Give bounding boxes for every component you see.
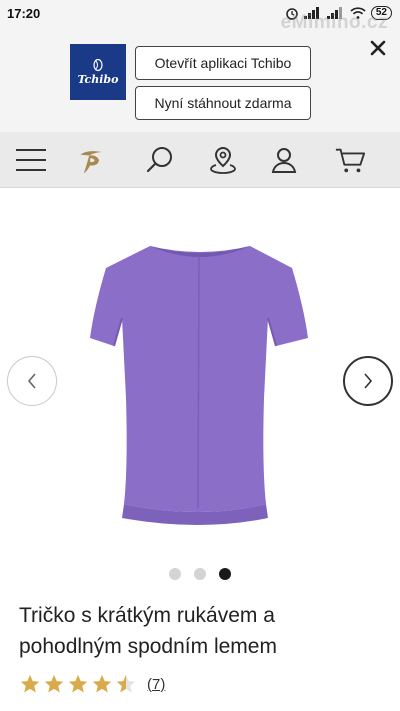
star-full-icon bbox=[68, 674, 88, 693]
search-icon[interactable] bbox=[144, 144, 176, 176]
next-image-button[interactable] bbox=[343, 356, 393, 406]
product-title: Tričko s krátkým rukávem a pohodlným spo… bbox=[19, 604, 277, 658]
open-app-button[interactable]: Otevřít aplikaci Tchibo bbox=[135, 46, 311, 80]
carousel-dots bbox=[0, 568, 400, 580]
download-app-button[interactable]: Nyní stáhnout zdarma bbox=[135, 86, 311, 120]
carousel-dot-3[interactable] bbox=[219, 568, 231, 580]
status-time: 17:20 bbox=[7, 6, 41, 21]
previous-image-button[interactable] bbox=[7, 356, 57, 406]
carousel-dot-2[interactable] bbox=[194, 568, 206, 580]
star-full-icon bbox=[44, 674, 64, 693]
star-full-icon bbox=[92, 674, 112, 693]
rating-stars bbox=[19, 673, 137, 695]
tchibo-home-icon[interactable] bbox=[75, 144, 107, 176]
product-image-carousel[interactable] bbox=[0, 188, 400, 558]
chevron-left-icon bbox=[27, 373, 36, 389]
cart-icon[interactable] bbox=[334, 144, 366, 176]
close-icon[interactable] bbox=[368, 38, 388, 58]
tchibo-bean-icon bbox=[93, 58, 103, 72]
nav-bar bbox=[0, 132, 400, 188]
product-rating[interactable]: (7) bbox=[19, 673, 165, 695]
store-locator-icon[interactable] bbox=[207, 144, 239, 176]
logo-text: Tchibo bbox=[77, 73, 119, 86]
menu-icon[interactable] bbox=[15, 144, 47, 176]
status-bar: 17:20 52 eMimino.cz bbox=[0, 0, 400, 33]
chevron-right-icon bbox=[364, 373, 373, 389]
star-full-icon bbox=[20, 674, 40, 693]
app-banner: Tchibo Otevřít aplikaci Tchibo Nyní stáh… bbox=[0, 28, 400, 132]
account-icon[interactable] bbox=[268, 144, 300, 176]
star-half-icon bbox=[116, 674, 136, 693]
review-count-link[interactable]: (7) bbox=[147, 676, 165, 693]
product-image-tshirt bbox=[90, 246, 308, 525]
tchibo-logo: Tchibo bbox=[70, 44, 126, 100]
carousel-dot-1[interactable] bbox=[169, 568, 181, 580]
